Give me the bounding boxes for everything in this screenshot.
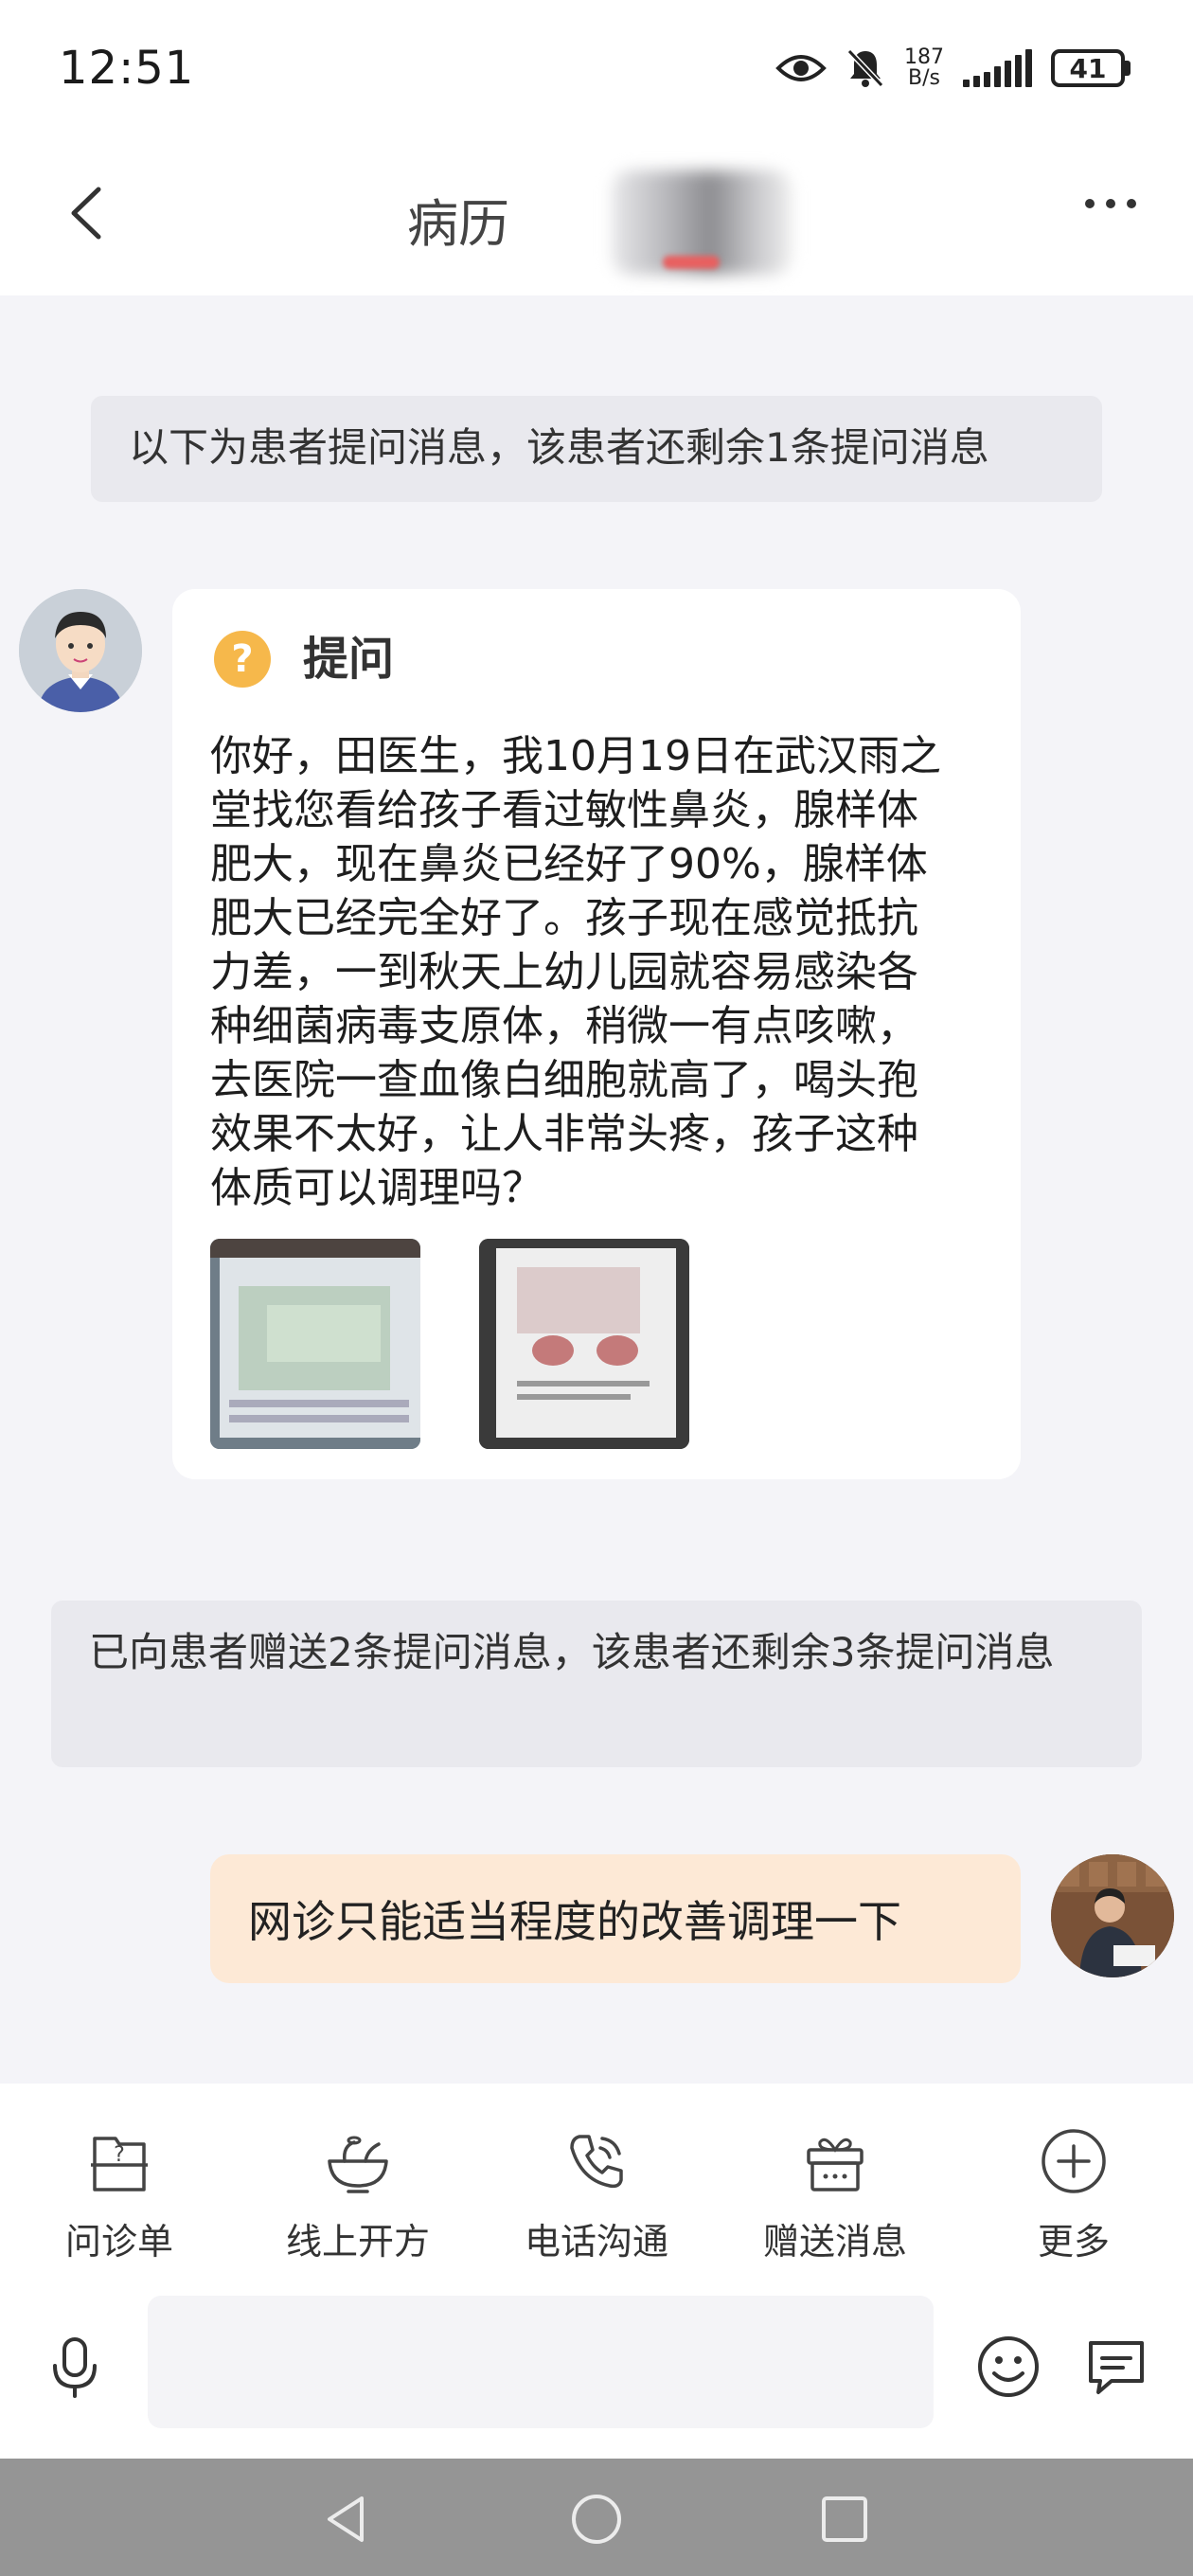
network-speed: 187 B/s bbox=[904, 47, 944, 89]
tool-label: 问诊单 bbox=[64, 2221, 173, 2263]
battery-icon: 41 bbox=[1051, 49, 1131, 87]
status-time: 12:51 bbox=[59, 42, 195, 95]
system-notice-remaining: 以下为患者提问消息，该患者还剩余1条提问消息 bbox=[91, 396, 1102, 502]
question-text: 你好，田医生，我10月19日在武汉雨之 堂找您看给孩子看过敏性鼻炎，腺样体 肥大… bbox=[210, 729, 987, 1215]
status-bar: 12:51 187 B/s 41 bbox=[0, 0, 1193, 133]
tool-label: 电话沟通 bbox=[524, 2221, 668, 2263]
network-speed-value: 187 bbox=[904, 45, 944, 69]
doctor-reply-bubble[interactable]: 网诊只能适当程度的改善调理一下 bbox=[210, 1854, 1021, 1983]
network-speed-unit: B/s bbox=[908, 66, 940, 90]
message-composer bbox=[0, 2296, 1193, 2438]
herb-bowl-icon bbox=[328, 2136, 388, 2193]
question-line: 堂找您看给孩子看过敏性鼻炎，腺样体 bbox=[210, 786, 918, 834]
page-title[interactable]: 病历 bbox=[407, 182, 509, 257]
more-options-icon[interactable] bbox=[1085, 199, 1136, 208]
nav-back-icon[interactable] bbox=[318, 2491, 375, 2548]
question-line: 肥大，现在鼻炎已经好了90%，腺样体 bbox=[210, 840, 928, 888]
patient-question-card: ? 提问 你好，田医生，我10月19日在武汉雨之 堂找您看给孩子看过敏性鼻炎，腺… bbox=[172, 589, 1021, 1479]
question-line: 你好，田医生，我10月19日在武汉雨之 bbox=[210, 732, 941, 780]
phone-icon bbox=[570, 2135, 623, 2189]
doctor-avatar[interactable] bbox=[1051, 1854, 1174, 1977]
tool-gift-message[interactable]: 赠送消息 bbox=[740, 2123, 930, 2275]
question-line: 力差，一到秋天上幼儿园就容易感染各 bbox=[210, 948, 918, 996]
tool-label: 线上开方 bbox=[285, 2221, 430, 2263]
attachment-image-thumbnail[interactable] bbox=[479, 1239, 689, 1449]
tool-phone-call[interactable]: 电话沟通 bbox=[502, 2123, 691, 2275]
system-notice-gift: 已向患者赠送2条提问消息，该患者还剩余3条提问消息 bbox=[51, 1601, 1142, 1767]
quick-reply-icon[interactable] bbox=[1083, 2334, 1149, 2400]
eye-icon bbox=[775, 55, 827, 81]
app-header: 病历 bbox=[0, 133, 1193, 295]
back-arrow-icon[interactable] bbox=[57, 180, 123, 246]
microphone-icon[interactable] bbox=[42, 2334, 108, 2400]
svg-text:?: ? bbox=[114, 2143, 125, 2167]
question-line: 种细菌病毒支原体，稍微一有点咳嗽， bbox=[210, 1002, 918, 1050]
emoji-icon[interactable] bbox=[975, 2334, 1042, 2400]
nav-recents-icon[interactable] bbox=[816, 2491, 873, 2548]
system-nav-bar bbox=[0, 2459, 1193, 2576]
tool-inquiry-form[interactable]: ? 问诊单 bbox=[25, 2123, 214, 2275]
attachment-image-thumbnail[interactable] bbox=[210, 1239, 420, 1449]
status-icons: 187 B/s 41 bbox=[775, 40, 1131, 97]
patient-tag-redacted bbox=[663, 256, 720, 269]
signal-icon bbox=[963, 49, 1032, 87]
tool-online-prescription[interactable]: 线上开方 bbox=[263, 2123, 453, 2275]
bottom-toolbar: ? 问诊单 线上开方 电话沟通 赠送消息 更多 bbox=[0, 2084, 1193, 2459]
question-line: 效果不太好，让人非常头疼，孩子这种 bbox=[210, 1110, 918, 1158]
question-title: 提问 bbox=[303, 633, 395, 686]
tool-more[interactable]: 更多 bbox=[979, 2123, 1168, 2275]
inquiry-form-icon: ? bbox=[91, 2137, 148, 2191]
plus-circle-icon bbox=[1042, 2129, 1106, 2193]
patient-avatar[interactable] bbox=[19, 589, 142, 712]
question-line: 去医院一查血像白细胞就高了，喝头孢 bbox=[210, 1056, 918, 1104]
message-input[interactable] bbox=[148, 2296, 934, 2428]
tool-label: 赠送消息 bbox=[762, 2221, 907, 2263]
bell-muted-icon bbox=[846, 48, 884, 88]
tool-label: 更多 bbox=[1037, 2221, 1110, 2263]
nav-home-icon[interactable] bbox=[568, 2491, 625, 2548]
question-line: 肥大已经完全好了。孩子现在感觉抵抗 bbox=[210, 894, 918, 942]
question-mark-icon: ? bbox=[214, 631, 271, 688]
battery-level: 41 bbox=[1051, 49, 1125, 87]
question-line: 体质可以调理吗？ bbox=[210, 1164, 543, 1212]
gift-icon bbox=[807, 2138, 864, 2191]
